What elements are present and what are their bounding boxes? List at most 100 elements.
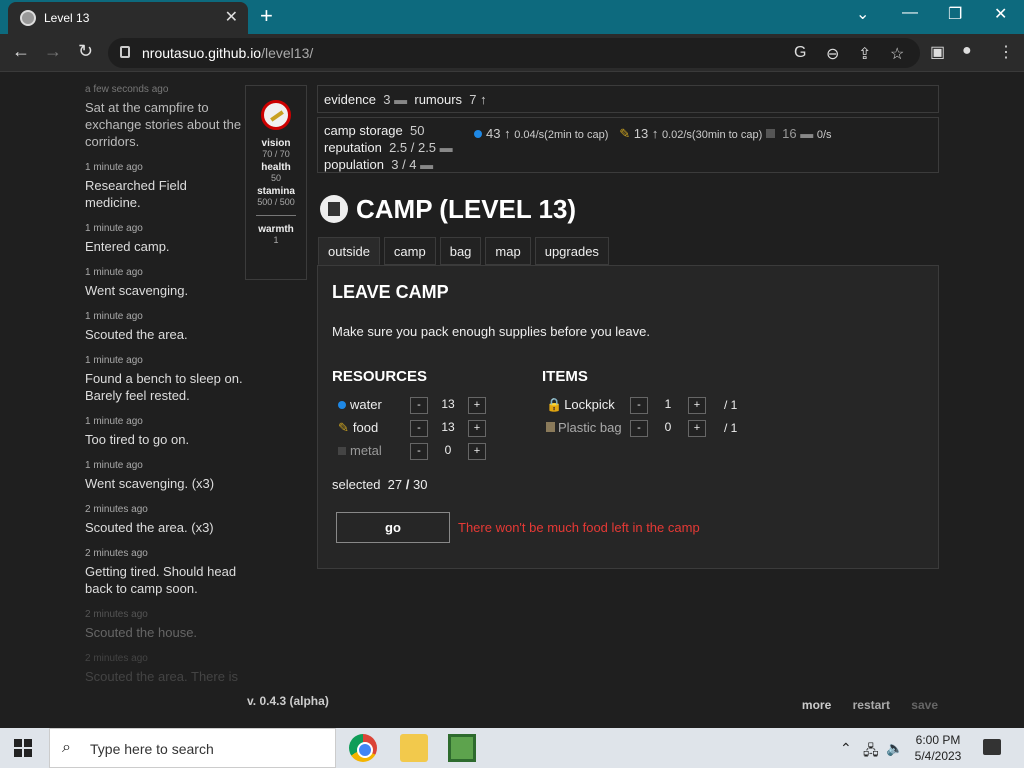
- url-host: nroutasuo.github.io: [142, 45, 262, 61]
- volume-icon[interactable]: 🔈: [886, 740, 903, 757]
- log-message: Went scavenging. (x3): [85, 476, 215, 491]
- evidence-label: evidence: [324, 92, 377, 107]
- metal-quantity: 0: [444, 443, 452, 457]
- log-time: 1 minute ago: [85, 416, 143, 427]
- log-message: Found a bench to sleep on. Barely feel r…: [85, 371, 243, 403]
- health-value: 50: [270, 173, 281, 183]
- tab-search-icon[interactable]: ⌄: [856, 4, 869, 24]
- clock-time: 6:00 PM: [915, 733, 961, 747]
- footer-links: more restart save: [784, 698, 938, 712]
- url-field[interactable]: nroutasuo.github.io/level13/ G ⊖ ⇪ ☆: [108, 38, 920, 68]
- food-up-arrow-icon: ↑: [651, 126, 659, 141]
- go-button[interactable]: go: [336, 512, 450, 543]
- log-message: Entered camp.: [85, 239, 170, 254]
- food-label: food: [352, 420, 379, 435]
- forward-arrow-icon[interactable]: →: [44, 41, 62, 62]
- tray-chevron-icon[interactable]: ⌃: [840, 740, 852, 757]
- lockpick-minus-button[interactable]: -: [630, 397, 648, 414]
- water-plus-button[interactable]: +: [468, 397, 486, 414]
- taskbar-search[interactable]: ⌕ Type here to search: [49, 728, 336, 768]
- windows-taskbar: ⌕ Type here to search ⌃ 🖧 🔈 6:00 PM 5/4/…: [0, 728, 1024, 768]
- log-time: 2 minutes ago: [85, 653, 148, 664]
- lock-icon: [120, 46, 130, 58]
- share-icon[interactable]: ⇪: [858, 44, 871, 64]
- log-time: 1 minute ago: [85, 223, 143, 234]
- google-icon[interactable]: G: [794, 44, 806, 62]
- chrome-icon[interactable]: [349, 734, 377, 762]
- windows-start-icon[interactable]: [14, 739, 32, 757]
- notification-icon[interactable]: [983, 739, 1001, 755]
- metal-icon: [765, 129, 775, 138]
- tab-camp[interactable]: camp: [383, 237, 436, 265]
- plastic-bag-plus-button[interactable]: +: [688, 420, 706, 437]
- panel-title: LEAVE CAMP: [332, 282, 449, 302]
- metal-minus-button[interactable]: -: [410, 443, 428, 460]
- profile-icon[interactable]: ●: [962, 42, 972, 60]
- tab-outside[interactable]: outside: [318, 237, 380, 265]
- log-time: 1 minute ago: [85, 311, 143, 322]
- food-icon: ✎: [338, 420, 349, 435]
- food-minus-button[interactable]: -: [410, 420, 428, 437]
- tab-upgrades[interactable]: upgrades: [534, 237, 609, 265]
- rumours-up-arrow-icon: ↑: [480, 92, 487, 107]
- metal-label: metal: [350, 443, 382, 458]
- bookmark-star-icon[interactable]: ☆: [890, 44, 904, 64]
- tab-bag[interactable]: bag: [439, 237, 482, 265]
- selected-label: selected: [332, 477, 381, 492]
- clock[interactable]: 6:00 PM 5/4/2023: [912, 732, 964, 764]
- plastic-bag-max: / 1: [724, 421, 738, 435]
- water-label: water: [350, 397, 382, 412]
- water-icon: [338, 401, 346, 409]
- log-message: Went scavenging.: [85, 283, 189, 298]
- zoom-icon[interactable]: ⊖: [826, 44, 839, 64]
- game-page: a few seconds ago Sat at the campfire to …: [0, 72, 1024, 728]
- rumours-label: rumours: [414, 92, 463, 107]
- selected-count: selected 27 / 30: [332, 477, 427, 492]
- selected-max: 30: [413, 477, 428, 492]
- notepad-app-icon[interactable]: [448, 734, 476, 762]
- food-plus-button[interactable]: +: [468, 420, 486, 437]
- tab-map[interactable]: map: [485, 237, 531, 265]
- minimize-icon[interactable]: —: [902, 4, 918, 22]
- close-tab-icon[interactable]: ✕: [225, 7, 238, 27]
- selected-value: 27: [387, 477, 403, 492]
- leave-camp-panel: LEAVE CAMP Make sure you pack enough sup…: [317, 265, 939, 569]
- browser-tab[interactable]: Level 13 ✕: [8, 2, 248, 34]
- log-entry: 1 minute ago Scouted the area.: [85, 311, 245, 343]
- file-explorer-icon[interactable]: [400, 734, 428, 762]
- items-title: ITEMS: [542, 368, 588, 385]
- restore-icon[interactable]: ❐: [948, 4, 962, 24]
- vision-label: vision: [261, 138, 291, 149]
- reputation-value: 2.5 / 2.5: [389, 140, 437, 155]
- back-arrow-icon[interactable]: ←: [12, 41, 30, 62]
- metal-plus-button[interactable]: +: [468, 443, 486, 460]
- more-link[interactable]: more: [802, 698, 831, 712]
- network-icon[interactable]: 🖧: [863, 740, 879, 764]
- reload-icon[interactable]: ↻: [78, 41, 93, 62]
- selected-separator: /: [405, 477, 410, 492]
- log-message: Researched Field medicine.: [85, 178, 187, 210]
- lockpick-plus-button[interactable]: +: [688, 397, 706, 414]
- menu-icon[interactable]: ⋮: [998, 42, 1014, 62]
- rumours-value: 7: [469, 92, 477, 107]
- restart-link[interactable]: restart: [853, 698, 890, 712]
- log-time: 1 minute ago: [85, 162, 143, 173]
- plastic-bag-minus-button[interactable]: -: [630, 420, 648, 437]
- url-path: /level13/: [261, 45, 314, 61]
- log-time: 1 minute ago: [85, 267, 143, 278]
- stamina-label: stamina: [257, 186, 295, 197]
- new-tab-icon[interactable]: +: [260, 3, 273, 29]
- warmth-label: warmth: [258, 224, 294, 235]
- close-window-icon[interactable]: ✕: [994, 4, 1007, 24]
- food-warning: There won't be much food left in the cam…: [458, 520, 700, 535]
- plastic-bag-quantity: 0: [664, 420, 672, 434]
- water-icon: [474, 130, 482, 138]
- food-icon: ✎: [619, 126, 631, 141]
- clock-date: 5/4/2023: [914, 749, 962, 763]
- water-minus-button[interactable]: -: [410, 397, 428, 414]
- side-panel-icon[interactable]: ▣: [930, 42, 945, 62]
- event-log: a few seconds ago Sat at the campfire to …: [85, 84, 245, 697]
- log-message: Scouted the area. There is: [85, 669, 238, 684]
- save-link[interactable]: save: [911, 698, 938, 712]
- log-entry: 1 minute ago Entered camp.: [85, 223, 245, 255]
